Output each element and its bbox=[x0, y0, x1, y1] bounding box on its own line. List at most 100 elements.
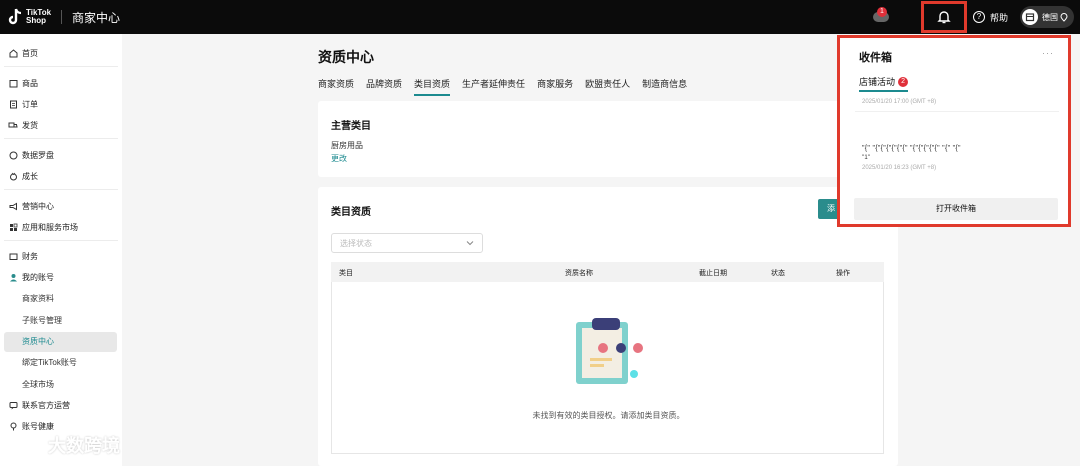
bell-icon bbox=[937, 11, 951, 24]
column-actions: 操作 bbox=[836, 270, 850, 277]
region-selector[interactable]: 德国 bbox=[1020, 6, 1074, 28]
empty-state-text: 未找到有效的类目授权。请添加类目资质。 bbox=[532, 411, 685, 420]
inbox-tab-shop-activity[interactable]: 店铺活动 2 bbox=[859, 75, 909, 92]
sidebar-item-finance[interactable]: 财务 bbox=[0, 247, 122, 265]
sidebar-item-my-account[interactable]: 我的账号 bbox=[0, 268, 122, 286]
top-bar: TikTok Shop 商家中心 1 ? 帮助 德国 bbox=[0, 0, 1080, 34]
question-icon: ? bbox=[972, 11, 985, 23]
sidebar-divider bbox=[4, 66, 118, 67]
megaphone-icon bbox=[8, 201, 18, 211]
location-pin-icon bbox=[1060, 12, 1068, 22]
open-inbox-button[interactable]: 打开收件箱 bbox=[854, 198, 1058, 220]
sidebar-item-shipping[interactable]: 发货 bbox=[0, 116, 122, 134]
app-title: 商家中心 bbox=[72, 10, 121, 25]
notification-bell-button[interactable] bbox=[920, 1, 967, 33]
user-icon bbox=[8, 272, 18, 282]
message-timestamp: 2025/01/20 16:23 (GMT +8) bbox=[862, 165, 937, 171]
watermark-logo-icon bbox=[9, 434, 45, 458]
tab-merchant-services[interactable]: 商家服务 bbox=[537, 77, 573, 96]
sidebar-item-label: 成长 bbox=[22, 171, 38, 181]
sidebar-item-label: 商品 bbox=[22, 78, 38, 88]
shop-avatar-icon bbox=[1022, 9, 1038, 25]
main-category-value: 厨房用品 bbox=[331, 141, 363, 150]
sidebar-subitem-bind-tiktok[interactable]: 绑定TikTok账号 bbox=[22, 353, 77, 371]
help-button[interactable]: ? 帮助 bbox=[972, 11, 1008, 24]
sidebar-item-app-market[interactable]: 应用和服务市场 bbox=[0, 218, 122, 236]
apps-icon bbox=[8, 222, 18, 232]
sidebar-item-label: 财务 bbox=[22, 251, 38, 261]
truck-icon bbox=[8, 120, 18, 130]
growth-icon bbox=[8, 171, 18, 181]
qualification-tabs: 商家资质 品牌资质 类目资质 生产者延伸责任 商家服务 欧盟责任人 制造商信息 bbox=[318, 77, 699, 96]
sidebar-item-products[interactable]: 商品 bbox=[0, 74, 122, 92]
compass-icon bbox=[8, 150, 18, 160]
main-category-card: 主营类目 厨房用品 更改 bbox=[318, 101, 898, 177]
sidebar-divider bbox=[4, 138, 118, 139]
status-select[interactable]: 选择状态 bbox=[331, 233, 483, 253]
inbox-tab-badge: 2 bbox=[898, 76, 909, 87]
sidebar-subitem-subaccounts[interactable]: 子账号管理 bbox=[22, 311, 62, 329]
sidebar-item-label: 应用和服务市场 bbox=[22, 222, 78, 232]
tab-producer-responsibility[interactable]: 生产者延伸责任 bbox=[462, 77, 525, 96]
home-icon bbox=[8, 48, 18, 58]
column-qualification-name: 资质名称 bbox=[565, 270, 593, 277]
health-icon bbox=[8, 421, 18, 431]
message-text[interactable]: "{" "{"{"{"{"{"{" "{"{"{"{"{" "{" "{" bbox=[862, 145, 961, 152]
inbox-tab-label: 店铺活动 bbox=[859, 77, 896, 87]
tab-brand-qualification[interactable]: 品牌资质 bbox=[366, 77, 402, 96]
inbox-title: 收件箱 bbox=[859, 52, 892, 64]
sidebar-item-growth[interactable]: 成长 bbox=[0, 167, 122, 185]
qualification-table-body: 未找到有效的类目授权。请添加类目资质。 bbox=[331, 282, 884, 454]
page-title: 资质中心 bbox=[318, 49, 374, 65]
sidebar-subitem-qualification-center[interactable]: 资质中心 bbox=[22, 332, 54, 350]
message-subtext: "1" bbox=[862, 155, 871, 161]
sidebar-active-highlight bbox=[4, 332, 117, 352]
empty-clipboard-illustration bbox=[576, 318, 643, 384]
change-category-link[interactable]: 更改 bbox=[331, 153, 347, 164]
watermark: 大数跨境 bbox=[8, 432, 120, 458]
sidebar-item-marketing[interactable]: 营销中心 bbox=[0, 197, 122, 215]
category-qualification-title: 类目资质 bbox=[331, 207, 371, 218]
sidebar-item-label: 联系官方运营 bbox=[22, 400, 70, 410]
more-options-icon[interactable]: ··· bbox=[1042, 48, 1054, 58]
message-timestamp: 2025/01/20 17:00 (GMT +8) bbox=[862, 99, 937, 105]
logo-text-bottom: Shop bbox=[26, 16, 46, 25]
sidebar-item-label: 发货 bbox=[22, 120, 38, 130]
sidebar-divider bbox=[4, 189, 118, 190]
column-expiry-date: 截止日期 bbox=[699, 270, 727, 277]
sidebar-subitem-global-market[interactable]: 全球市场 bbox=[22, 375, 54, 393]
chevron-down-icon bbox=[466, 241, 474, 246]
order-icon bbox=[8, 99, 18, 109]
sidebar-item-label: 我的账号 bbox=[22, 272, 54, 282]
logo-divider bbox=[61, 10, 63, 24]
sidebar-item-label: 账号健康 bbox=[22, 421, 54, 431]
sidebar-item-label: 订单 bbox=[22, 99, 38, 109]
tiktok-logo-icon bbox=[8, 8, 22, 25]
tiktok-shop-logo[interactable]: TikTok Shop bbox=[8, 8, 51, 26]
tab-category-qualification[interactable]: 类目资质 bbox=[414, 77, 451, 96]
sidebar-item-label: 营销中心 bbox=[22, 201, 54, 211]
help-label: 帮助 bbox=[989, 12, 1008, 23]
wallet-icon bbox=[8, 251, 18, 261]
main-category-title: 主营类目 bbox=[331, 121, 371, 132]
inbox-panel: 收件箱 ··· 店铺活动 2 2025/01/20 17:00 (GMT +8)… bbox=[837, 35, 1071, 227]
sidebar-item-home[interactable]: 首页 bbox=[0, 44, 122, 62]
sidebar-item-contact-ops[interactable]: 联系官方运营 bbox=[0, 396, 122, 414]
sidebar-subitem-merchant-profile[interactable]: 商家资料 bbox=[22, 289, 54, 307]
contact-icon bbox=[8, 400, 18, 410]
message-divider bbox=[855, 111, 1059, 112]
sidebar: 首页 商品 订单 发货 数据罗盘 成长 营销中心 应用和服务市场 财务 我的账号… bbox=[0, 34, 122, 466]
column-category: 类目 bbox=[339, 270, 353, 277]
sidebar-divider bbox=[4, 240, 118, 241]
message-icon[interactable]: 1 bbox=[871, 7, 893, 24]
region-label: 德国 bbox=[1042, 12, 1058, 22]
watermark-text: 大数跨境 bbox=[48, 436, 120, 456]
tab-eu-responsible-person[interactable]: 欧盟责任人 bbox=[585, 77, 630, 96]
tab-manufacturer-info[interactable]: 制造商信息 bbox=[642, 77, 687, 96]
tab-merchant-qualification[interactable]: 商家资质 bbox=[318, 77, 354, 96]
status-select-placeholder: 选择状态 bbox=[340, 238, 372, 248]
box-icon bbox=[8, 78, 18, 88]
sidebar-item-orders[interactable]: 订单 bbox=[0, 95, 122, 113]
sidebar-item-label: 数据罗盘 bbox=[22, 150, 54, 160]
sidebar-item-data-compass[interactable]: 数据罗盘 bbox=[0, 146, 122, 164]
